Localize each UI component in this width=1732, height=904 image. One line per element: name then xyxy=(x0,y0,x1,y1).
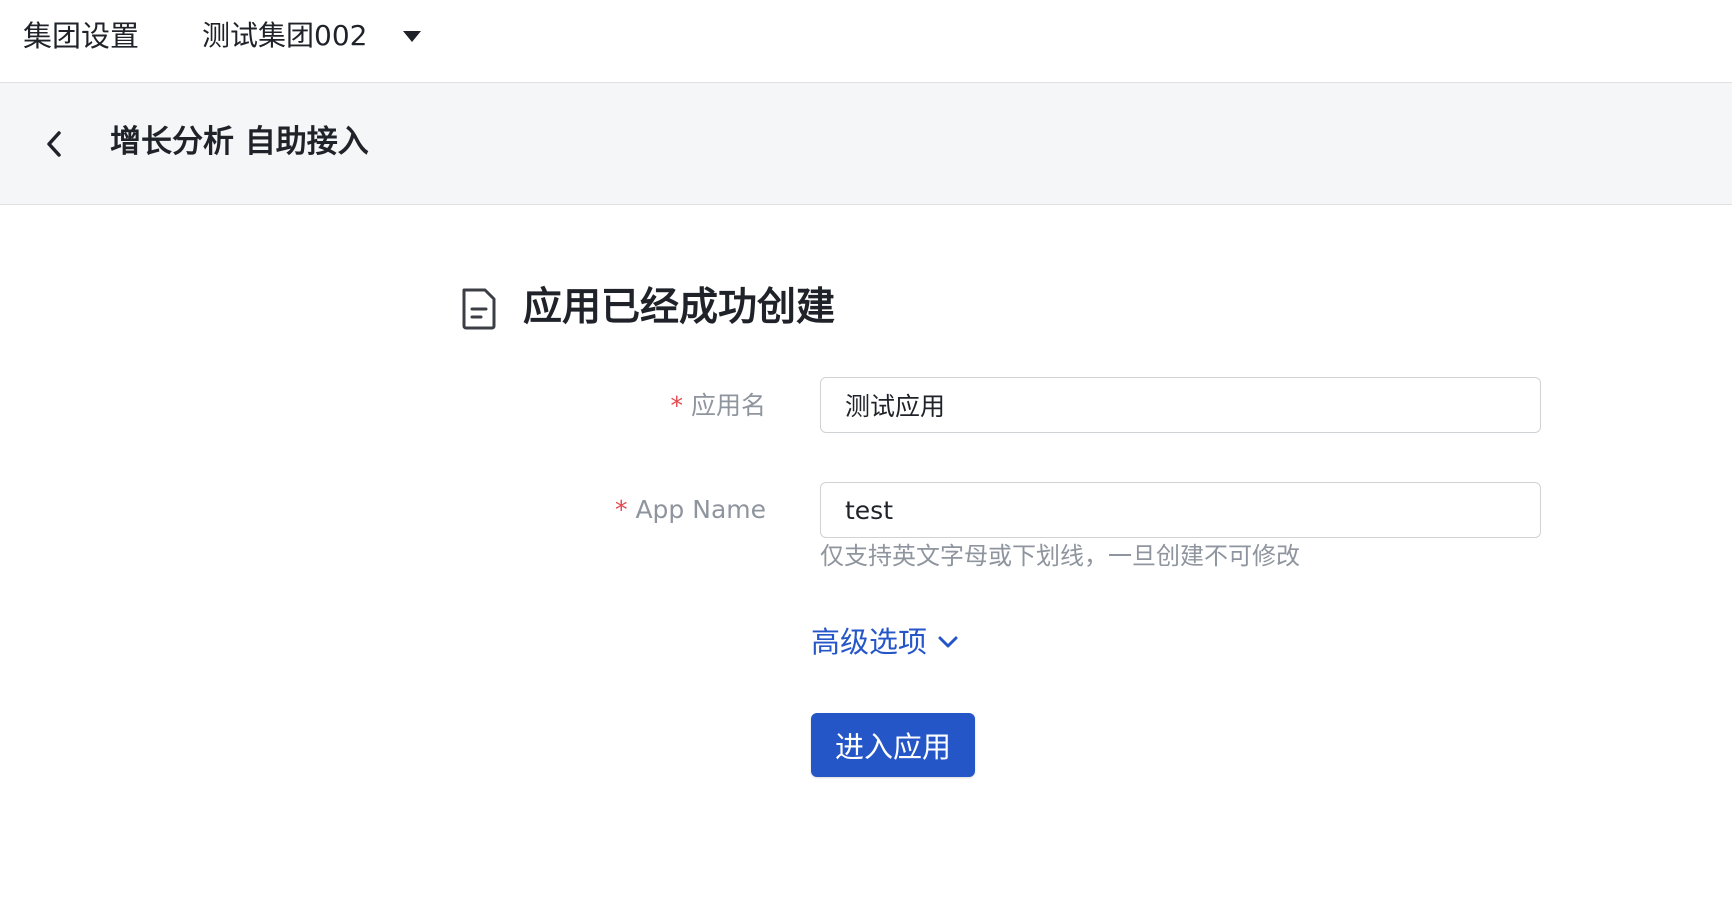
app-name-en-label: * App Name xyxy=(615,492,766,528)
back-button[interactable] xyxy=(36,121,72,167)
chevron-down-icon xyxy=(938,636,958,648)
top-bar: 集团设置 测试集团002 xyxy=(0,0,1732,83)
field-label: 应用名 xyxy=(690,391,766,420)
required-mark: * xyxy=(614,495,628,524)
required-mark: * xyxy=(670,391,683,420)
enter-app-button[interactable]: 进入应用 xyxy=(811,713,975,777)
group-name: 测试集团002 xyxy=(202,19,368,52)
app-name-hint: 仅支持英文字母或下划线，一旦创建不可修改 xyxy=(820,542,1300,570)
field-label: App Name xyxy=(635,495,766,524)
sub-header: 增长分析 自助接入 xyxy=(0,83,1732,205)
group-selector[interactable]: 测试集团002 xyxy=(202,17,422,55)
page-title: 增长分析 自助接入 xyxy=(110,124,369,160)
page-section-title: 集团设置 xyxy=(23,19,140,53)
success-title: 应用已经成功创建 xyxy=(523,285,836,330)
app-name-en-input[interactable] xyxy=(820,482,1541,538)
caret-down-icon xyxy=(403,30,422,42)
chevron-left-icon xyxy=(47,131,61,157)
document-icon xyxy=(462,288,496,330)
advanced-options-toggle[interactable]: 高级选项 xyxy=(811,622,959,662)
advanced-options-label: 高级选项 xyxy=(811,625,928,659)
app-name-cn-label: * 应用名 xyxy=(670,388,766,424)
app-name-cn-input[interactable] xyxy=(820,377,1541,433)
